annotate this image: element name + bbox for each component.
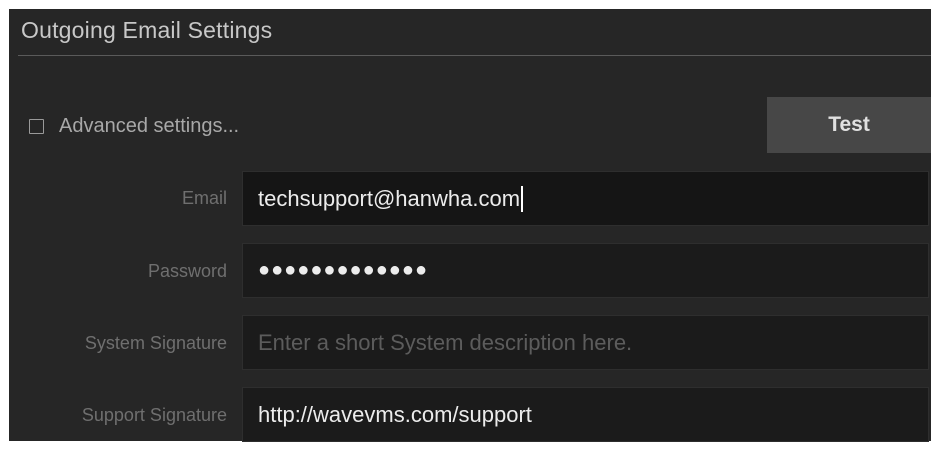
system-signature-placeholder: Enter a short System description here. [258, 329, 633, 355]
password-label: Password [147, 261, 227, 281]
password-field[interactable]: ●●●●●●●●●●●●● [242, 243, 929, 298]
support-signature-field[interactable]: http://wavevms.com/support [242, 387, 929, 442]
section-title: Outgoing Email Settings [21, 17, 273, 43]
email-label: Email [181, 188, 227, 208]
advanced-settings-label: Advanced settings... [59, 114, 240, 137]
title-divider [18, 55, 931, 56]
email-value: techsupport@hanwha.com [258, 185, 521, 211]
password-value: ●●●●●●●●●●●●● [258, 259, 429, 281]
advanced-settings-checkbox[interactable] [29, 118, 44, 134]
email-field[interactable]: techsupport@hanwha.com [242, 171, 929, 226]
support-signature-value: http://wavevms.com/support [258, 401, 532, 427]
support-signature-label: Support Signature [81, 405, 227, 425]
advanced-settings-toggle[interactable]: Advanced settings... [29, 114, 239, 138]
system-signature-label: System Signature [84, 333, 227, 353]
test-button[interactable]: Test [767, 97, 931, 153]
system-signature-field[interactable]: Enter a short System description here. [242, 315, 929, 370]
text-caret [521, 185, 523, 212]
